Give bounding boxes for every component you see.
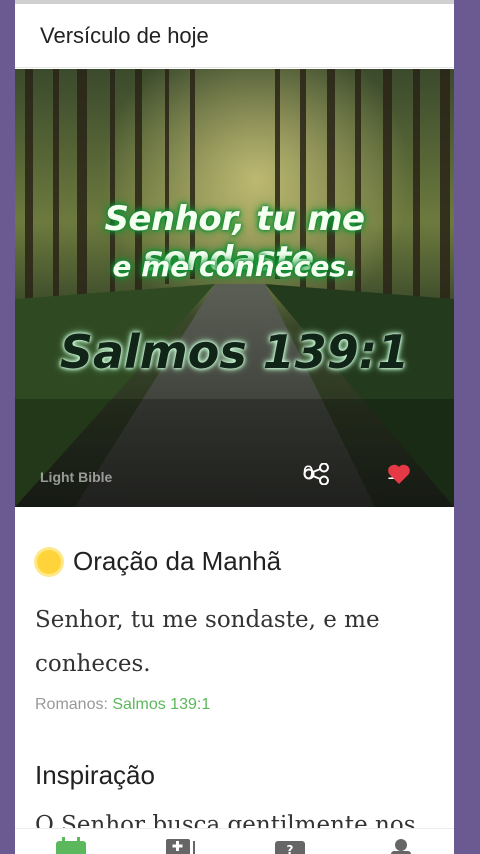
morning-prayer-text: Senhor, tu me sondaste, e me conheces. [35, 607, 380, 677]
bible-add-icon [166, 839, 195, 854]
profile-icon [391, 839, 411, 854]
nav-bible[interactable] [165, 837, 197, 854]
page-title: Versículo de hoje [40, 22, 209, 48]
nav-questions[interactable]: ? [274, 837, 306, 854]
forest-background [15, 69, 454, 507]
sun-icon [37, 549, 61, 574]
question-icon: ? [275, 841, 305, 854]
inspiration-title: Inspiração [35, 760, 155, 790]
verse-reference: Salmos 139:1 [59, 325, 410, 379]
morning-prayer-title: Oração da Manhã [73, 546, 282, 576]
share-button[interactable]: 0 [303, 463, 329, 485]
brand-watermark: Light Bible [40, 469, 113, 485]
nav-profile[interactable] [385, 837, 417, 854]
content-card: Versículo de hoje Senhor, tu me sondaste… [15, 0, 454, 854]
verse-image-card[interactable]: Senhor, tu me sondaste, e me conheces. S… [15, 69, 454, 507]
prayer-reference: Romanos: Salmos 139:1 [35, 696, 210, 714]
reference-label: Romanos: [35, 696, 108, 713]
share-icon [303, 463, 329, 485]
calendar-icon [56, 837, 86, 854]
like-button[interactable]: 1 [387, 463, 410, 485]
bottom-navigation: ? [15, 828, 454, 854]
morning-prayer-heading: Oração da Manhã [35, 546, 281, 577]
verse-line-2: e me conheces. [112, 250, 357, 283]
reference-link[interactable]: Salmos 139:1 [112, 696, 210, 713]
heart-icon [388, 464, 410, 484]
svg-text:?: ? [287, 843, 294, 854]
page-header: Versículo de hoje [15, 4, 454, 68]
nav-calendar[interactable] [55, 837, 87, 854]
